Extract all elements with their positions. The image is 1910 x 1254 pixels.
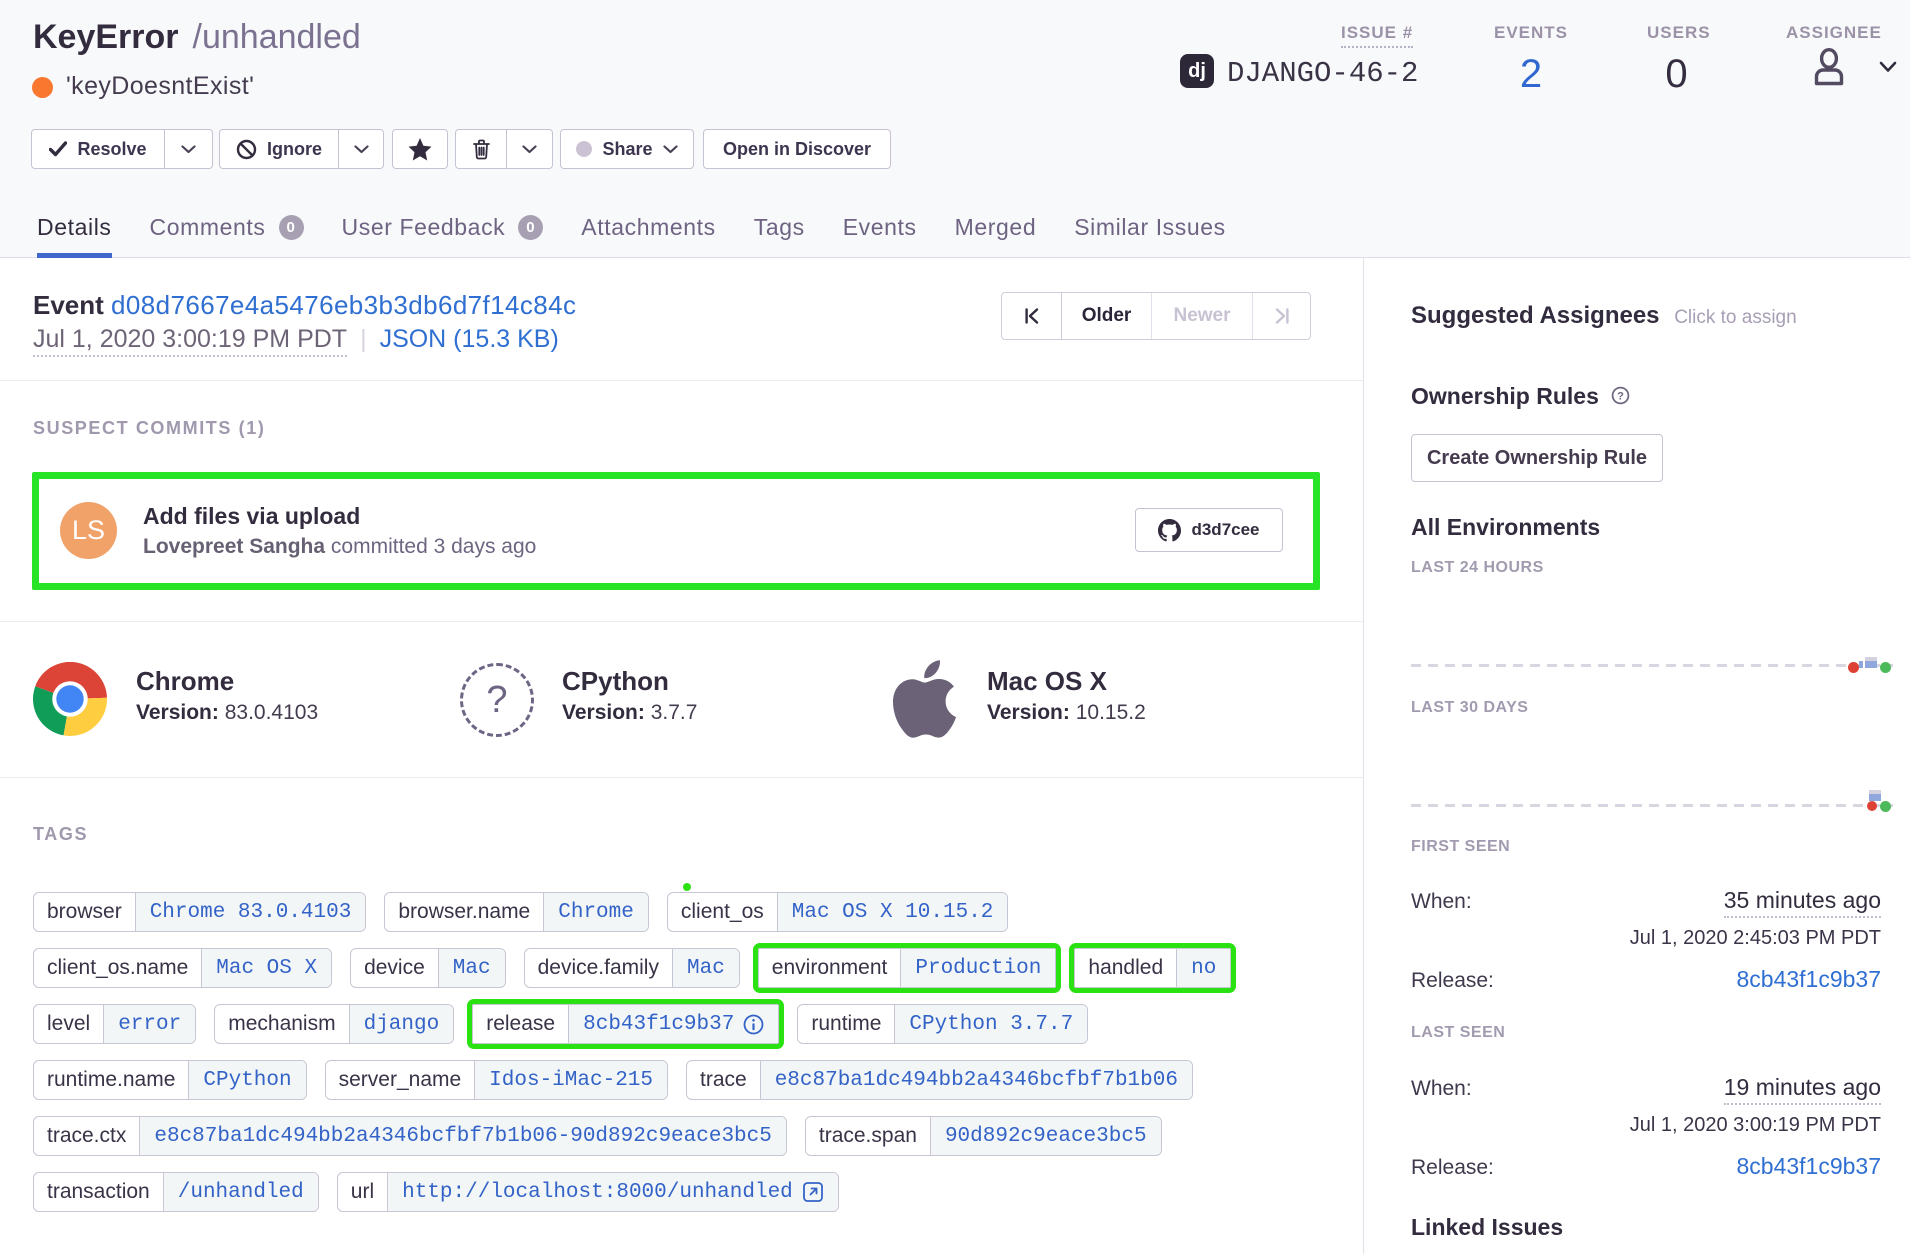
svg-text:?: ? xyxy=(1617,390,1624,402)
